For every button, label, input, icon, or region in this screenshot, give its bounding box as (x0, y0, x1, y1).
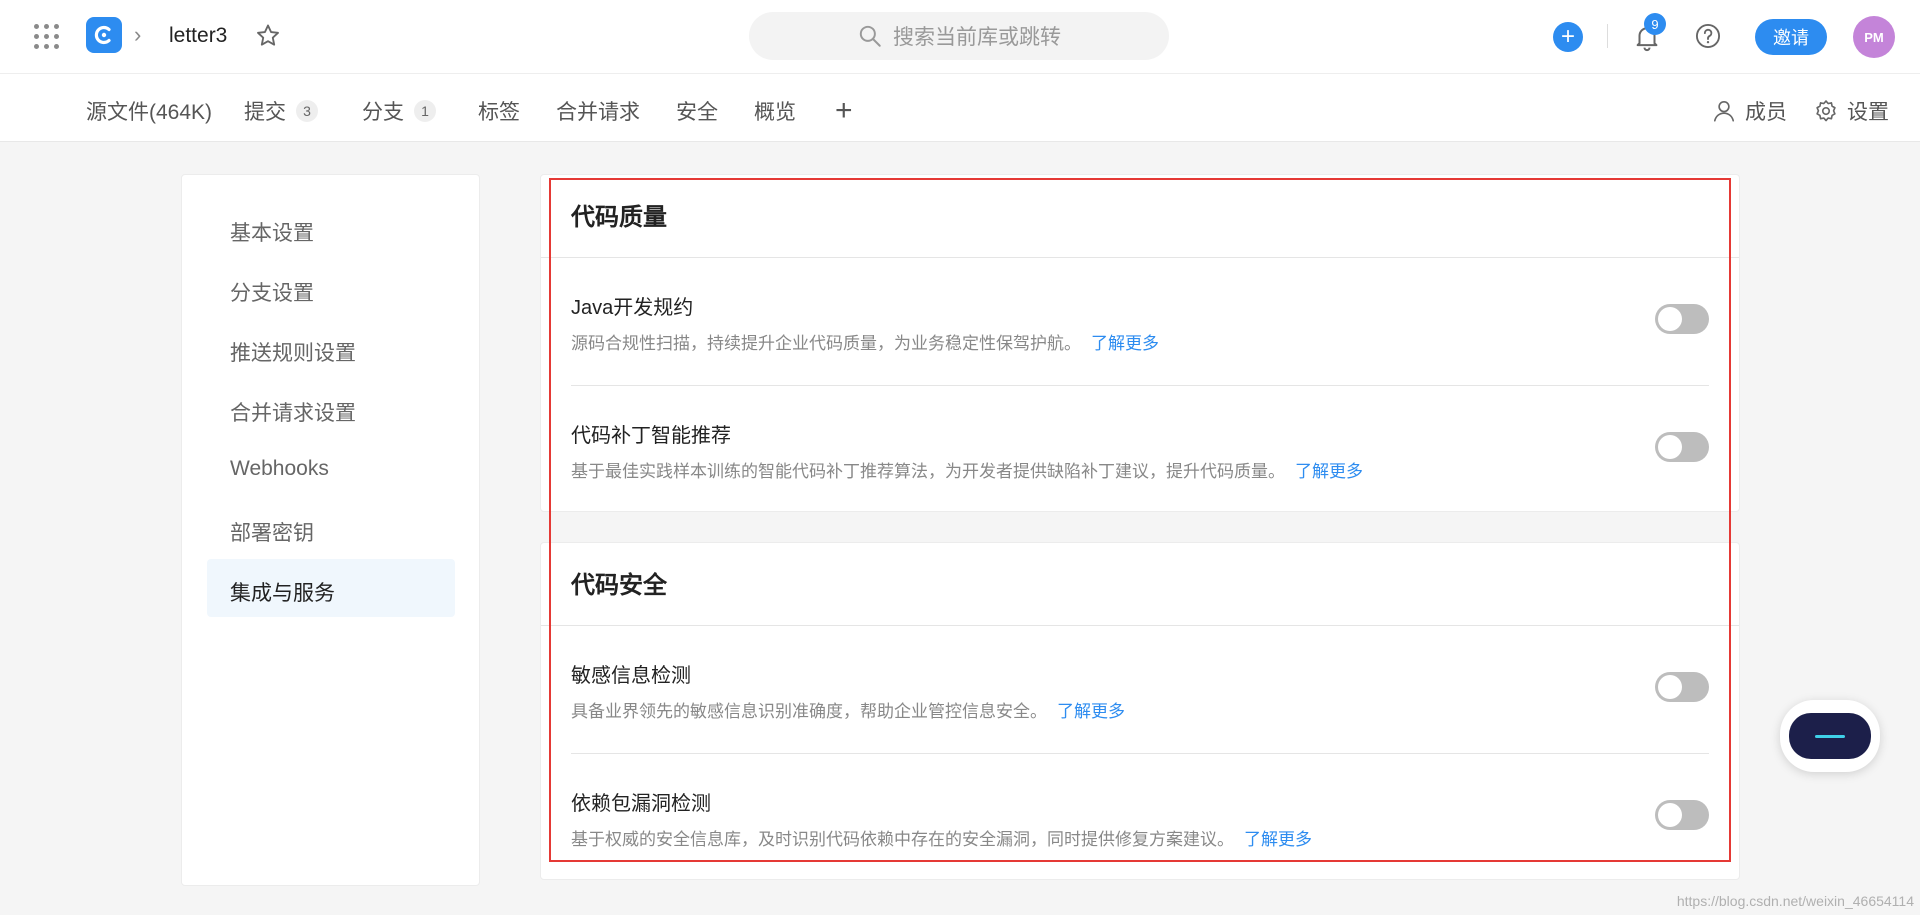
sidebar-item-branch-settings[interactable]: 分支设置 (230, 277, 314, 307)
branch-count-badge: 1 (414, 100, 436, 122)
sidebar-item-deploy-keys[interactable]: 部署密钥 (230, 517, 314, 547)
section-code-security: 代码安全 敏感信息检测 具备业界领先的敏感信息识别准确度，帮助企业管控信息安全。… (540, 542, 1740, 880)
tab-tags[interactable]: 标签 (478, 96, 520, 126)
app-logo-icon[interactable] (86, 17, 122, 53)
create-plus-button[interactable]: + (1553, 22, 1583, 52)
sidebar-item-push-rules[interactable]: 推送规则设置 (230, 337, 356, 367)
toggle-patch-recommendation[interactable] (1655, 432, 1709, 462)
search-box[interactable]: 搜索当前库或跳转 (749, 12, 1169, 60)
item-desc: 源码合规性扫描，持续提升企业代码质量，为业务稳定性保驾护航。 了解更多 (571, 334, 1159, 353)
star-icon[interactable] (254, 22, 282, 50)
item-divider (571, 385, 1709, 386)
settings-link[interactable]: 设置 (1813, 96, 1889, 126)
tab-source-files[interactable]: 源文件(464K) (86, 96, 212, 126)
repo-name[interactable]: letter3 (169, 24, 227, 48)
apps-grid-icon[interactable] (34, 24, 60, 50)
members-link[interactable]: 成员 (1711, 96, 1787, 126)
commit-count-badge: 3 (296, 100, 318, 122)
section-code-quality: 代码质量 Java开发规约 源码合规性扫描，持续提升企业代码质量，为业务稳定性保… (540, 174, 1740, 512)
invite-button[interactable]: 邀请 (1755, 19, 1827, 55)
item-title-sensitive-info: 敏感信息检测 (571, 665, 691, 687)
toggle-dependency-vuln[interactable] (1655, 800, 1709, 830)
item-desc: 基于权威的安全信息库，及时识别代码依赖中存在的安全漏洞，同时提供修复方案建议。了… (571, 830, 1312, 849)
sidebar-item-webhooks[interactable]: Webhooks (230, 457, 329, 481)
avatar[interactable]: PM (1853, 16, 1895, 58)
top-bar: › letter3 搜索当前库或跳转 + 9 邀请 PM (0, 0, 1920, 74)
learn-more-link[interactable]: 了解更多 (1091, 334, 1159, 353)
item-title-java-guidelines: Java开发规约 (571, 297, 694, 319)
settings-sidebar: 基本设置 分支设置 推送规则设置 合并请求设置 Webhooks 部署密钥 集成… (181, 174, 480, 886)
learn-more-link[interactable]: 了解更多 (1295, 462, 1363, 481)
item-desc: 基于最佳实践样本训练的智能代码补丁推荐算法，为开发者提供缺陷补丁建议，提升代码质… (571, 462, 1363, 481)
watermark: https://blog.csdn.net/weixin_46654114 (1676, 893, 1914, 909)
tab-branches[interactable]: 分支 1 (362, 96, 436, 126)
section-title: 代码质量 (571, 204, 667, 231)
sidebar-item-integrations[interactable]: 集成与服务 (230, 577, 335, 607)
section-divider (541, 257, 1739, 258)
assistant-icon (1789, 713, 1871, 759)
gear-icon (1816, 100, 1836, 122)
section-divider (541, 625, 1739, 626)
add-tab-plus-icon[interactable]: + (835, 96, 853, 126)
sidebar-item-merge-request-settings[interactable]: 合并请求设置 (230, 397, 356, 427)
learn-more-link[interactable]: 了解更多 (1057, 702, 1125, 721)
sidebar-item-basic-settings[interactable]: 基本设置 (230, 217, 314, 247)
assistant-float-button[interactable] (1780, 700, 1880, 772)
tab-merge-requests[interactable]: 合并请求 (556, 96, 640, 126)
help-icon[interactable] (1694, 22, 1722, 50)
toggle-java-guidelines[interactable] (1655, 304, 1709, 334)
item-divider (571, 753, 1709, 754)
repo-subnav: 源文件(464K) 提交 3 分支 1 标签 合并请求 安全 概览 成员 设置 (0, 74, 1920, 142)
section-title: 代码安全 (571, 572, 667, 599)
item-desc: 具备业界领先的敏感信息识别准确度，帮助企业管控信息安全。 了解更多 (571, 702, 1125, 721)
search-icon (859, 25, 881, 47)
person-icon (1713, 100, 1735, 122)
breadcrumb-chevron-icon: › (134, 22, 142, 47)
search-placeholder: 搜索当前库或跳转 (893, 26, 1061, 49)
tab-commits[interactable]: 提交 3 (244, 96, 318, 126)
toggle-sensitive-info[interactable] (1655, 672, 1709, 702)
tab-overview[interactable]: 概览 (754, 96, 796, 126)
item-title-dependency-vuln: 依赖包漏洞检测 (571, 793, 711, 815)
learn-more-link[interactable]: 了解更多 (1244, 830, 1312, 849)
notification-badge: 9 (1644, 13, 1666, 35)
tab-security[interactable]: 安全 (676, 96, 718, 126)
header-divider (1607, 24, 1608, 48)
item-title-patch-recommendation: 代码补丁智能推荐 (571, 425, 731, 447)
